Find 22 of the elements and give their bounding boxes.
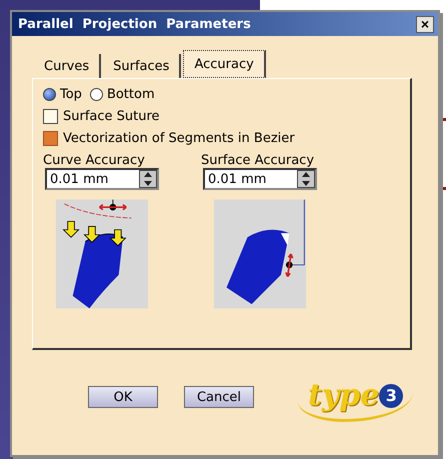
spin-field[interactable]: 0.01 mm [45,168,159,190]
checkbox-label: Surface Suture [63,109,160,124]
radio-label: Top [60,87,82,102]
radio-icon[interactable] [90,88,103,101]
spin-field[interactable]: 0.01 mm [203,168,317,190]
field-label: Curve Accuracy [43,153,146,168]
field-label: Surface Accuracy [201,153,316,168]
dialog-button[interactable]: Cancel [184,386,254,408]
radio-option[interactable]: Top [43,87,82,102]
radio-label: Bottom [106,87,155,102]
spinner-arrows-icon[interactable] [297,170,315,188]
radio-option[interactable]: Bottom [90,87,155,102]
radio-icon[interactable] [43,88,56,101]
dialog-button[interactable]: OK [88,386,158,408]
checkbox[interactable] [43,131,58,146]
checkbox-label: Vectorization of Segments in Bezier [63,131,295,146]
spinner-arrows-icon[interactable] [139,170,157,188]
checkbox[interactable] [43,109,58,124]
window-title: Parallel Projection Parameters [18,16,251,32]
logo: type 3 [298,372,414,422]
close-button[interactable]: × [416,16,434,32]
tab[interactable]: Accuracy [183,50,266,78]
